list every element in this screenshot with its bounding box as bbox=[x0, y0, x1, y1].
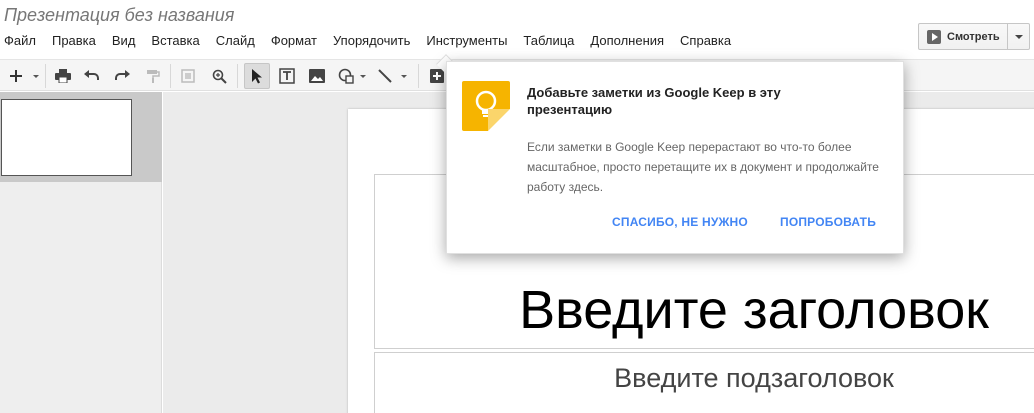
slides-app: Презентация без названия Файл Правка Вид… bbox=[0, 0, 1034, 413]
line-icon bbox=[378, 69, 392, 83]
zoom-fit-icon bbox=[181, 69, 195, 83]
paint-format-icon bbox=[147, 70, 160, 83]
shape-menu-button[interactable] bbox=[358, 63, 368, 89]
zoom-fit-button[interactable] bbox=[177, 63, 199, 89]
menu-addons[interactable]: Дополнения bbox=[590, 31, 664, 51]
promo-dismiss-button[interactable]: СПАСИБО, НЕ НУЖНО bbox=[612, 215, 748, 229]
text-box-icon bbox=[279, 68, 295, 84]
select-cursor-icon bbox=[252, 68, 262, 83]
toolbar-divider bbox=[45, 64, 46, 88]
present-dropdown-button[interactable] bbox=[1008, 23, 1030, 50]
keep-promo-popup: Добавьте заметки из Google Keep в эту пр… bbox=[446, 61, 904, 254]
present-button[interactable]: Смотреть bbox=[918, 23, 1008, 50]
menu-slide[interactable]: Слайд bbox=[216, 31, 255, 51]
subtitle-placeholder-text: Введите подзаголовок bbox=[614, 363, 894, 393]
toolbar-divider bbox=[418, 64, 419, 88]
line-button[interactable] bbox=[374, 63, 396, 89]
new-slide-menu-button[interactable] bbox=[30, 63, 42, 89]
subtitle-placeholder[interactable]: Введите подзаголовок bbox=[374, 352, 1034, 413]
undo-icon bbox=[84, 70, 99, 80]
insert-icon bbox=[430, 69, 444, 83]
image-icon bbox=[309, 69, 325, 83]
new-slide-button[interactable] bbox=[5, 63, 27, 89]
slide-filmstrip bbox=[0, 92, 162, 413]
paint-format-button[interactable] bbox=[142, 63, 164, 89]
chevron-down-icon bbox=[401, 74, 407, 78]
print-icon bbox=[55, 69, 71, 83]
menu-arrange[interactable]: Упорядочить bbox=[333, 31, 410, 51]
menu-insert[interactable]: Вставка bbox=[151, 31, 199, 51]
chevron-down-icon bbox=[33, 74, 39, 78]
slide-thumbnail[interactable] bbox=[1, 99, 132, 176]
document-title[interactable]: Презентация без названия bbox=[4, 5, 234, 26]
select-tool-button[interactable] bbox=[244, 63, 270, 89]
menu-table[interactable]: Таблица bbox=[523, 31, 574, 51]
page-fold-icon bbox=[488, 109, 510, 131]
menu-file[interactable]: Файл bbox=[4, 31, 36, 51]
chevron-down-icon bbox=[360, 74, 366, 78]
menu-tools[interactable]: Инструменты bbox=[426, 31, 507, 51]
play-icon bbox=[927, 29, 941, 44]
present-group: Смотреть bbox=[918, 23, 1030, 50]
menu-bar: Файл Правка Вид Вставка Слайд Формат Упо… bbox=[0, 31, 731, 51]
undo-button[interactable] bbox=[81, 63, 103, 89]
toolbar-divider bbox=[170, 64, 171, 88]
toolbar-divider bbox=[237, 64, 238, 88]
promo-title: Добавьте заметки из Google Keep в эту пр… bbox=[527, 85, 781, 117]
chevron-down-icon bbox=[1014, 34, 1023, 39]
google-keep-icon bbox=[462, 81, 510, 131]
zoom-icon bbox=[212, 69, 227, 84]
menu-edit[interactable]: Правка bbox=[52, 31, 96, 51]
text-box-button[interactable] bbox=[276, 63, 298, 89]
zoom-button[interactable] bbox=[208, 63, 230, 89]
shape-button[interactable] bbox=[335, 63, 357, 89]
shape-icon bbox=[338, 68, 354, 84]
promo-body: Если заметки в Google Keep перерастают в… bbox=[527, 140, 879, 194]
menu-help[interactable]: Справка bbox=[680, 31, 731, 51]
print-button[interactable] bbox=[52, 63, 74, 89]
line-menu-button[interactable] bbox=[398, 63, 410, 89]
new-slide-icon bbox=[10, 70, 22, 82]
title-placeholder-text: Введите заголовок bbox=[519, 280, 989, 340]
redo-icon bbox=[115, 70, 130, 80]
insert-image-button[interactable] bbox=[306, 63, 328, 89]
menu-format[interactable]: Формат bbox=[271, 31, 317, 51]
redo-button[interactable] bbox=[111, 63, 133, 89]
present-label: Смотреть bbox=[947, 30, 1000, 43]
menu-view[interactable]: Вид bbox=[112, 31, 136, 51]
promo-try-button[interactable]: ПОПРОБОВАТЬ bbox=[780, 215, 876, 229]
selected-slide-highlight[interactable] bbox=[0, 92, 162, 182]
